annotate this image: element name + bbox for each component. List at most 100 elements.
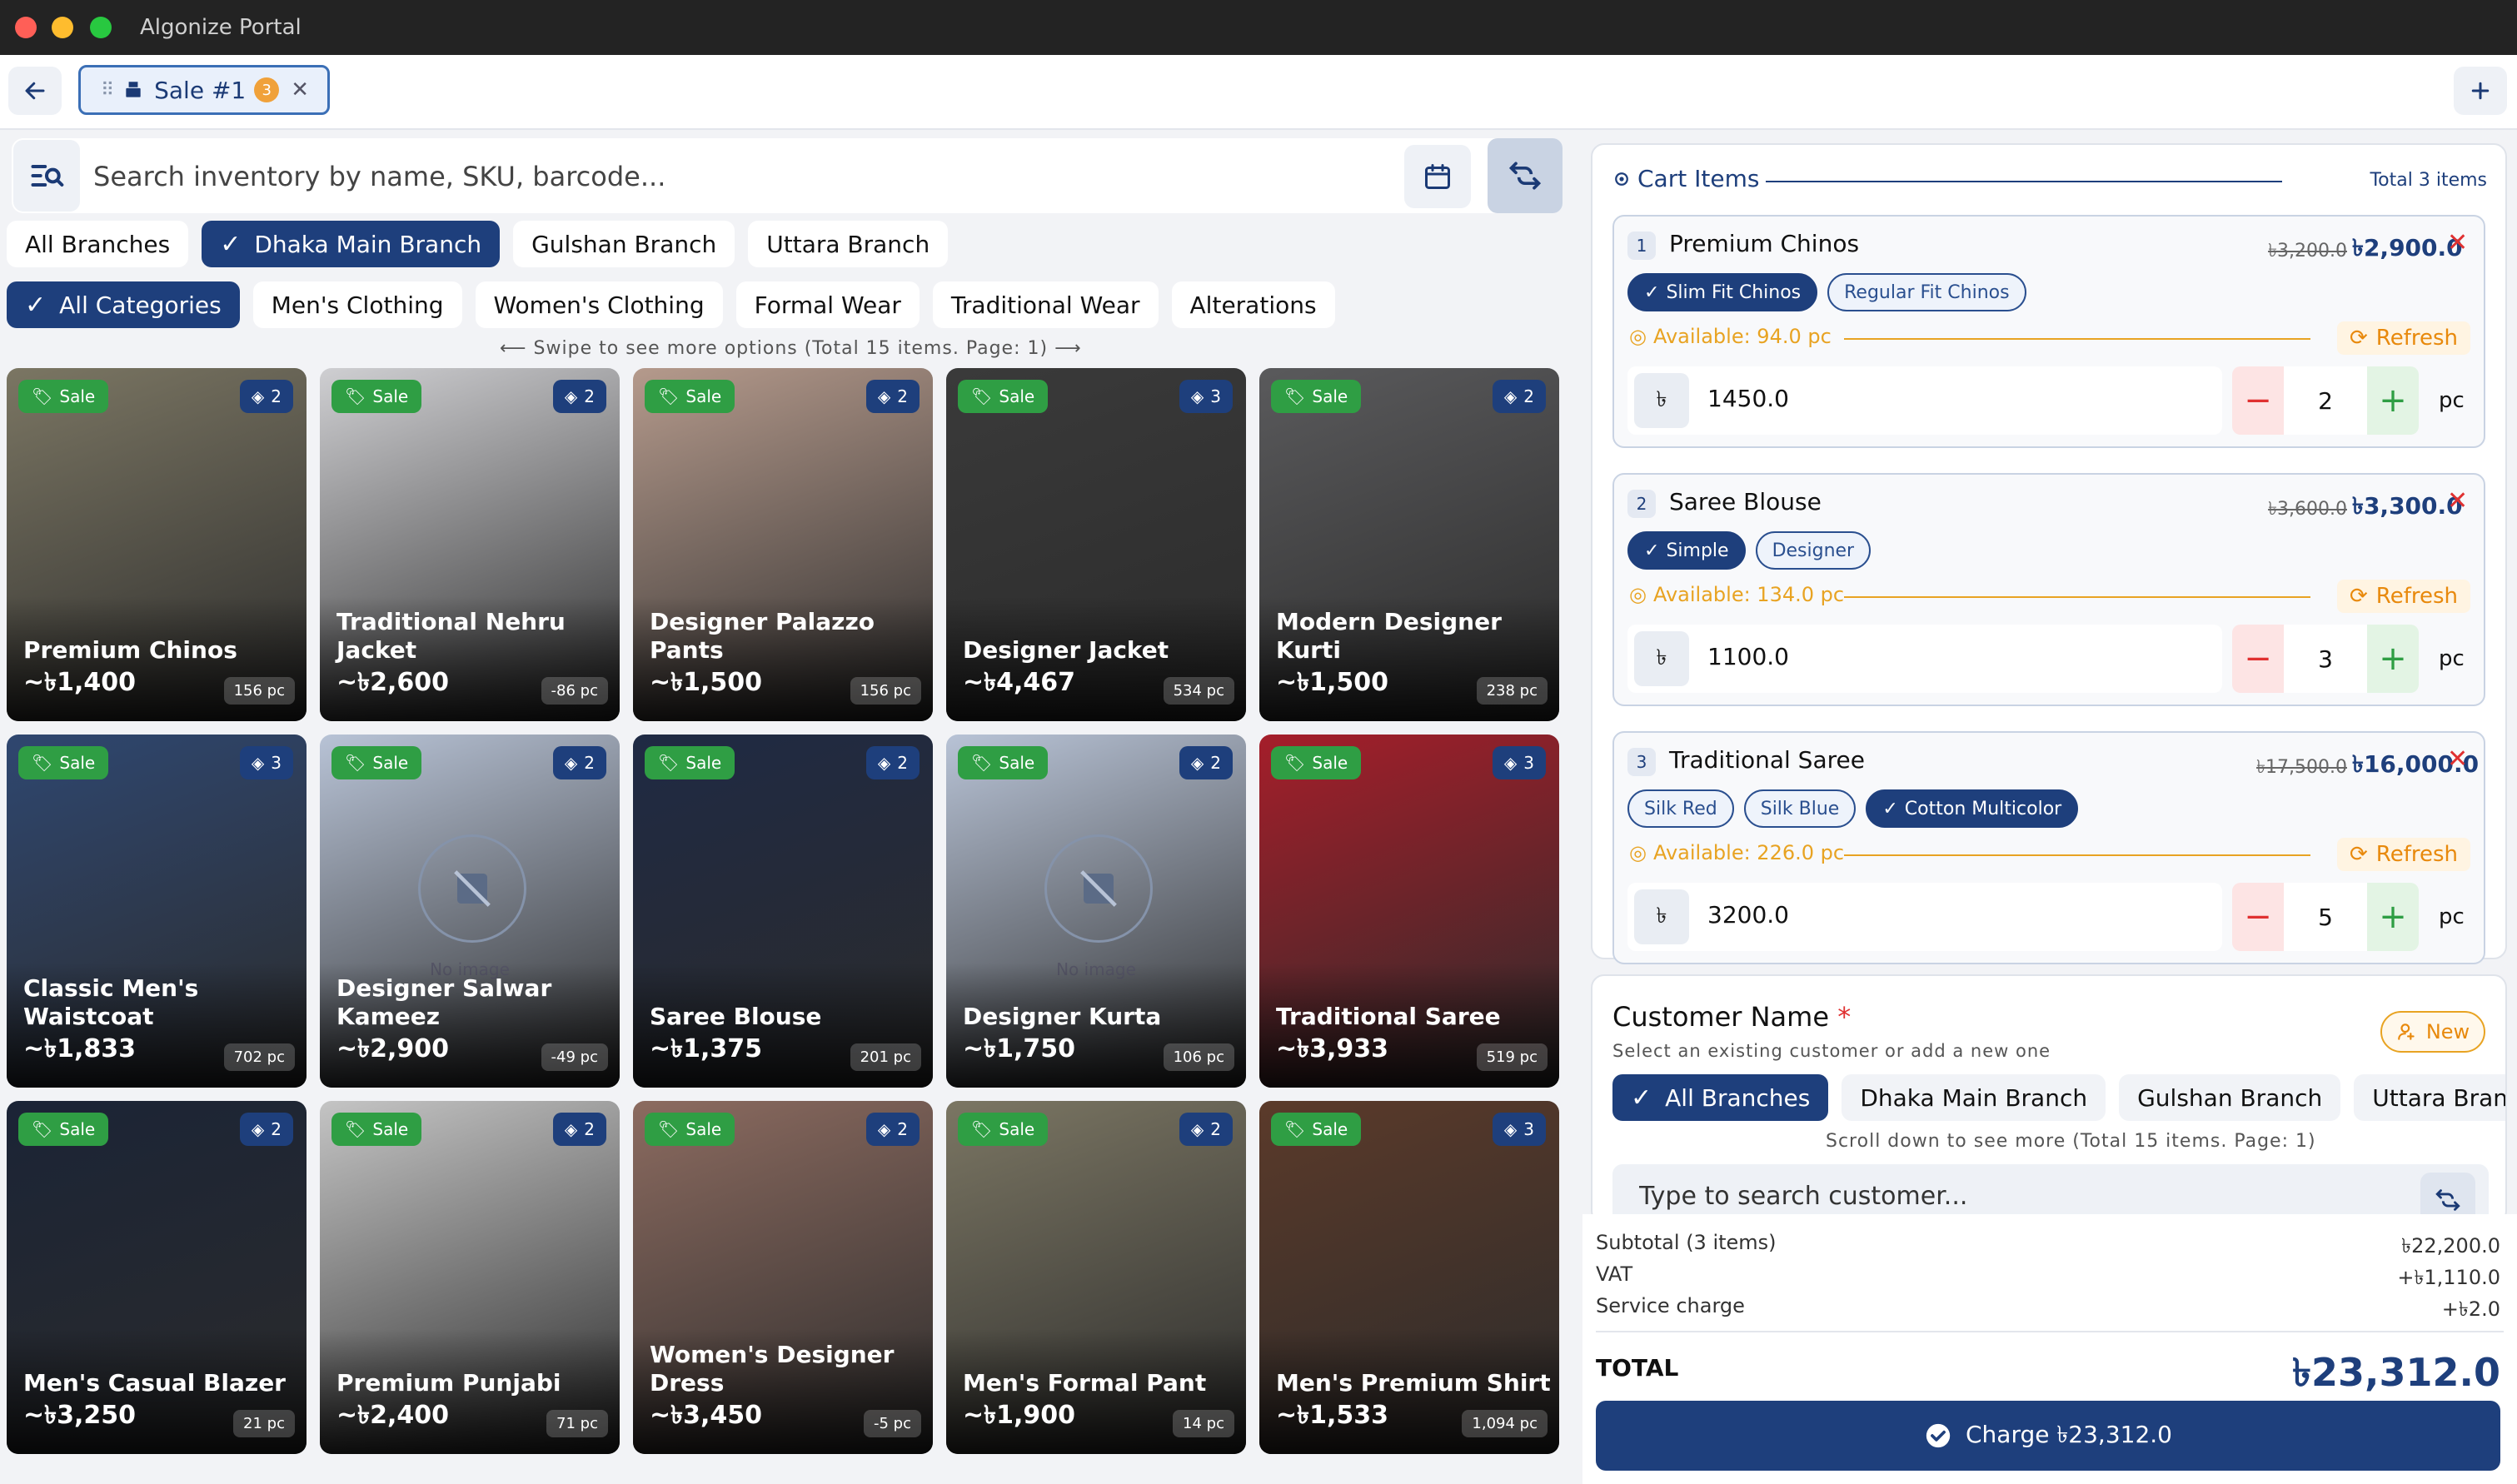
product-card[interactable]: 🏷 Sale ◈ 3 Traditional Saree ~৳3,933 519 pc — [1259, 735, 1559, 1088]
branch-chip-gulshan[interactable]: Gulshan Branch — [513, 221, 735, 267]
product-price: ~৳1,750 — [963, 1034, 1075, 1063]
order-summary: Subtotal (3 items) ৳22,200.0 VAT +৳1,110.0… — [1582, 1214, 2517, 1484]
product-price: ~৳1,833 — [23, 1034, 136, 1063]
product-card[interactable]: 🏷 Sale ◈ 2 Premium Chinos ~৳1,400 156 pc — [7, 368, 307, 721]
product-stock: 201 pc — [850, 1043, 921, 1071]
product-card[interactable]: 🏷 Sale ◈ 3 Men's Premium Shirt ~৳1,533 1,094 p… — [1259, 1101, 1559, 1454]
sale-badge-label: Sale — [999, 1119, 1035, 1139]
customer-branch-chip-dhaka-main[interactable]: Dhaka Main Branch — [1842, 1074, 2106, 1121]
product-card[interactable]: 🏷 Sale ◈ 2 Men's Casual Blazer ~৳3,250 21 pc — [7, 1101, 307, 1454]
product-card[interactable]: No image🏷Sale◈2Designer Salwar Kameez~৳2… — [320, 735, 620, 1088]
customer-branch-chip-gulshan[interactable]: Gulshan Branch — [2119, 1074, 2341, 1121]
category-chip-formal-wear[interactable]: Formal Wear — [735, 281, 920, 328]
variant-chip[interactable]: ✓ Simple — [1627, 531, 1746, 570]
variant-count: 2 — [584, 1119, 595, 1139]
branch-chip-all[interactable]: All Branches — [7, 221, 189, 267]
new-tab-button[interactable] — [2454, 67, 2507, 115]
tab-sale-1[interactable]: ⠿ Sale #1 3 ✕ — [78, 65, 330, 115]
variant-chip[interactable]: ✓ Slim Fit Chinos — [1627, 273, 1818, 311]
back-button[interactable] — [8, 67, 62, 115]
layers-icon: ◈ — [1190, 386, 1204, 406]
remove-item-icon[interactable]: ✕ — [2447, 486, 2468, 515]
increase-qty-button[interactable]: + — [2367, 366, 2419, 435]
qty-value[interactable]: 5 — [2284, 883, 2367, 951]
currency-button[interactable]: ৳ — [1634, 373, 1689, 428]
new-customer-button[interactable]: New — [2380, 1011, 2485, 1053]
unit-price-field[interactable]: ৳ 3200.0 — [1627, 883, 2222, 951]
layers-icon: ◈ — [1190, 753, 1204, 773]
decrease-qty-button[interactable]: − — [2232, 625, 2284, 693]
product-stock: 702 pc — [223, 1043, 295, 1071]
decrease-qty-button[interactable]: − — [2232, 883, 2284, 951]
scan-icon — [1508, 162, 1542, 190]
customer-branch-chip-all[interactable]: ✓ All Branches — [1612, 1074, 1829, 1121]
refresh-button[interactable]: ⟳ Refresh — [2337, 321, 2470, 355]
close-tab-icon[interactable]: ✕ — [291, 77, 309, 102]
category-chip-traditional-wear[interactable]: Traditional Wear — [932, 281, 1159, 328]
summary-divider — [1596, 1331, 2504, 1332]
category-chip-womens-clothing[interactable]: Women's Clothing — [475, 281, 723, 328]
product-grid: 🏷 Sale ◈ 2 Premium Chinos ~৳1,400 156 pc 🏷 Sale ◈… — [7, 368, 1564, 1456]
unit-price-field[interactable]: ৳ 1100.0 — [1627, 625, 2222, 693]
scan-button[interactable] — [1488, 138, 1563, 213]
unit-label: pc — [2439, 904, 2465, 929]
product-card[interactable]: 🏷 Sale ◈ 3 Classic Men's Waistcoat ~৳1,833 702… — [7, 735, 307, 1088]
category-chip-mens-clothing[interactable]: Men's Clothing — [252, 281, 462, 328]
product-stock: 156 pc — [850, 677, 921, 705]
variant-chip[interactable]: Silk Blue — [1743, 789, 1857, 828]
branch-chip-dhaka-main[interactable]: ✓ Dhaka Main Branch — [202, 221, 501, 267]
product-card[interactable]: 🏷 Sale ◈ 3 Designer Jacket ~৳4,467 534 pc — [946, 368, 1246, 721]
refresh-button[interactable]: ⟳ Refresh — [2337, 580, 2470, 613]
remove-item-icon[interactable]: ✕ — [2447, 744, 2468, 774]
currency-button[interactable]: ৳ — [1634, 889, 1689, 944]
customer-branch-chip-uttara[interactable]: Uttara Branch — [2354, 1074, 2505, 1121]
increase-qty-button[interactable]: + — [2367, 625, 2419, 693]
unit-price-field[interactable]: ৳ 1450.0 — [1627, 366, 2222, 435]
tag-icon: 🏷 — [345, 753, 366, 773]
item-name: Premium Chinos — [1669, 230, 1860, 257]
customer-search-input[interactable] — [1637, 1181, 2390, 1212]
cart-item: 2 Saree Blouse ৳3,600.0 ৳3,300.0 ✕ ✓ Simple Des… — [1612, 473, 2485, 706]
product-card[interactable]: 🏷 Sale ◈ 2 Traditional Nehru Jacket ~৳2,600 -8… — [320, 368, 620, 721]
charge-button[interactable]: Charge ৳23,312.0 — [1596, 1401, 2500, 1471]
search-filter-button[interactable] — [13, 140, 80, 212]
close-window-button[interactable] — [15, 17, 37, 38]
qty-value[interactable]: 3 — [2284, 625, 2367, 693]
variant-chip[interactable]: ✓ Cotton Multicolor — [1866, 789, 2079, 828]
variant-chip[interactable]: Silk Red — [1627, 789, 1734, 828]
layers-icon: ◈ — [564, 1119, 578, 1139]
product-card[interactable]: No image🏷Sale◈2Designer Kurta~৳1,750106 … — [946, 735, 1246, 1088]
variant-chip[interactable]: Regular Fit Chinos — [1827, 273, 2026, 311]
variant-chip[interactable]: Designer — [1755, 531, 1872, 570]
vat-label: VAT — [1596, 1262, 1633, 1286]
product-stock: -5 pc — [864, 1410, 921, 1437]
category-chip-all[interactable]: ✓ All Categories — [7, 281, 240, 328]
inventory-search-input[interactable] — [92, 157, 1394, 197]
add-user-icon — [2397, 1023, 2415, 1040]
product-card[interactable]: 🏷 Sale ◈ 2 Premium Punjabi ~৳2,400 71 pc — [320, 1101, 620, 1454]
zoom-window-button[interactable] — [90, 17, 112, 38]
refresh-button[interactable]: ⟳ Refresh — [2337, 838, 2470, 871]
subtotal-label: Subtotal (3 items) — [1596, 1231, 1777, 1254]
cart-title: Cart Items — [1637, 165, 1760, 192]
product-card[interactable]: 🏷 Sale ◈ 2 Saree Blouse ~৳1,375 201 pc — [633, 735, 933, 1088]
product-card[interactable]: 🏷 Sale ◈ 2 Men's Formal Pant ~৳1,900 14 pc — [946, 1101, 1246, 1454]
remove-item-icon[interactable]: ✕ — [2447, 228, 2468, 257]
minimize-window-button[interactable] — [52, 17, 73, 38]
layers-icon: ◈ — [877, 1119, 891, 1139]
drag-handle-icon[interactable]: ⠿ — [101, 80, 114, 101]
product-card[interactable]: 🏷 Sale ◈ 2 Women's Designer Dress ~৳3,450 -5 p… — [633, 1101, 933, 1454]
item-index: 2 — [1627, 490, 1656, 518]
availability-divider — [1844, 854, 2310, 856]
qty-value[interactable]: 2 — [2284, 366, 2367, 435]
calendar-action-button[interactable] — [1404, 145, 1471, 208]
decrease-qty-button[interactable]: − — [2232, 366, 2284, 435]
branch-chip-uttara[interactable]: Uttara Branch — [748, 221, 949, 267]
product-card[interactable]: 🏷 Sale ◈ 2 Designer Palazzo Pants ~৳1,500 156 … — [633, 368, 933, 721]
currency-button[interactable]: ৳ — [1634, 631, 1689, 686]
product-card[interactable]: 🏷 Sale ◈ 2 Modern Designer Kurti ~৳1,500 238 p… — [1259, 368, 1559, 721]
category-chip-alterations[interactable]: Alterations — [1171, 281, 1335, 328]
scan-icon — [2435, 1189, 2460, 1211]
increase-qty-button[interactable]: + — [2367, 883, 2419, 951]
check-icon: ✓ — [25, 290, 47, 320]
